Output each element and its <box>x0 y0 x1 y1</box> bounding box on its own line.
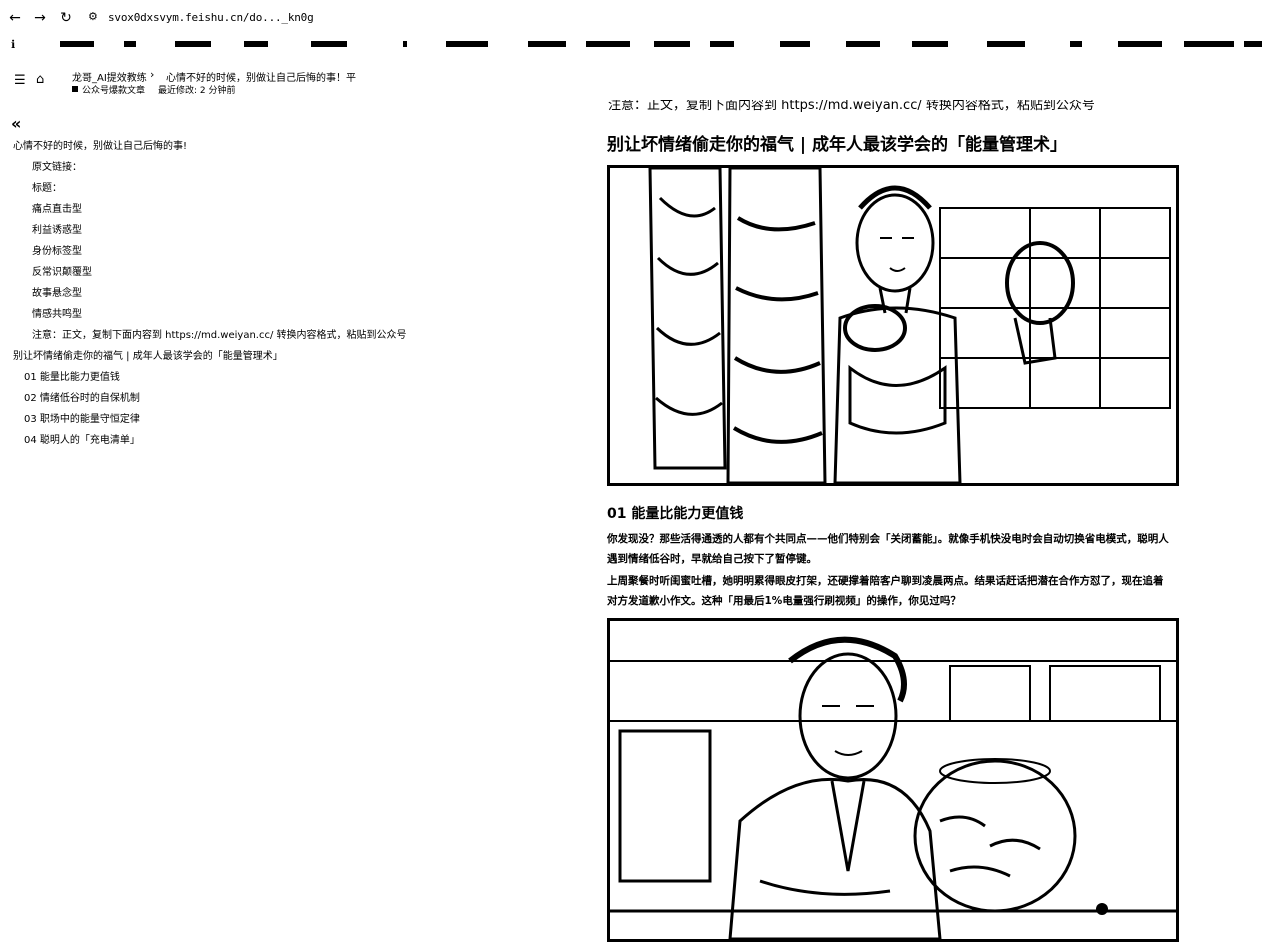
bookmark-item[interactable] <box>912 41 948 47</box>
outline-item[interactable]: 反常识颠覆型 <box>32 263 92 278</box>
bookmark-item[interactable] <box>1184 41 1234 47</box>
outline-item[interactable]: 别让坏情绪偷走你的福气 | 成年人最该学会的「能量管理术」 <box>13 347 283 362</box>
bookmark-item[interactable] <box>987 41 1025 47</box>
bookmark-item[interactable] <box>528 41 566 47</box>
outline-item[interactable]: 故事悬念型 <box>32 284 82 299</box>
forward-icon[interactable]: → <box>31 9 49 27</box>
bookmark-item[interactable] <box>586 41 630 47</box>
outline-item[interactable]: 原文链接： <box>32 158 82 173</box>
outline-item[interactable]: 心情不好的时候，别做让自己后悔的事! <box>13 137 187 152</box>
doc-type-label: 公众号爆款文章 <box>82 86 146 96</box>
breadcrumb-document[interactable]: 心情不好的时候，别做让自己后悔的事！平 <box>166 69 356 84</box>
bookmark-item[interactable] <box>175 41 211 47</box>
outline-item[interactable]: 03 职场中的能量守恒定律 <box>24 410 140 425</box>
bookmark-item[interactable] <box>710 41 734 47</box>
breadcrumb-space[interactable]: 龙哥_AI提效教练 <box>72 69 147 84</box>
outline-item[interactable]: 利益诱惑型 <box>32 221 82 236</box>
bookmark-item[interactable] <box>446 41 488 47</box>
paragraph: 上周聚餐时听闺蜜吐槽，她明明累得眼皮打架，还硬撑着陪客户聊到凌晨两点。结果话赶话… <box>607 575 1164 607</box>
site-settings-icon[interactable]: ⚙ <box>88 10 98 23</box>
section-heading: 01 能量比能力更值钱 <box>607 506 744 522</box>
breadcrumb-separator: › <box>150 68 155 81</box>
bookmark-item[interactable] <box>1070 41 1082 47</box>
outline-item[interactable]: 标题： <box>32 179 62 194</box>
bookmark-item[interactable] <box>780 41 810 47</box>
paragraph: 你发现没？那些活得通透的人都有个共同点——他们特别会「关闭蓄能」。就像手机快没电… <box>607 533 1169 565</box>
outline-item[interactable]: 01 能量比能力更值钱 <box>24 368 120 383</box>
bookmark-item[interactable] <box>311 41 347 47</box>
outline-item[interactable]: 痛点直击型 <box>32 200 82 215</box>
home-icon[interactable]: ⌂ <box>36 72 44 87</box>
address-bar[interactable]: svox0dxsvym.feishu.cn/do..._kn0g <box>108 11 314 24</box>
last-modified: 最近修改: 2 分钟前 <box>158 86 236 96</box>
boxing-woman-image[interactable] <box>607 165 1179 486</box>
outline-item[interactable]: 身份标签型 <box>32 242 82 257</box>
bookmark-item[interactable] <box>60 41 94 47</box>
bookmark-item[interactable] <box>654 41 690 47</box>
doc-type-icon <box>72 86 78 92</box>
bookmark-item[interactable] <box>403 41 407 47</box>
collapse-outline-icon[interactable]: « <box>11 114 21 133</box>
outline-item[interactable]: 04 聪明人的「充电清单」 <box>24 431 140 446</box>
bookmark-item[interactable] <box>846 41 880 47</box>
office-man-image[interactable] <box>607 618 1179 942</box>
back-icon[interactable]: ← <box>6 9 24 27</box>
bookmark-item[interactable] <box>124 41 136 47</box>
article-title: 别让坏情绪偷走你的福气 | 成年人最该学会的「能量管理术」 <box>607 135 1068 155</box>
bookmark-item[interactable] <box>1244 41 1262 47</box>
outline-item[interactable]: 情感共鸣型 <box>32 305 82 320</box>
bookmark-item[interactable] <box>1118 41 1162 47</box>
outline-item[interactable]: 注意：正文，复制下面内容到 https://md.weiyan.cc/ 转换内容… <box>32 326 407 341</box>
reload-icon[interactable]: ↻ <box>57 9 75 27</box>
outline-item[interactable]: 02 情绪低谷时的自保机制 <box>24 389 140 404</box>
bookmark-item[interactable] <box>244 41 268 47</box>
clipped-paragraph: 注意：正文，复制下面内容到 https://md.weiyan.cc/ 转换内容… <box>608 98 1095 113</box>
toc-toggle-icon[interactable]: ☰ <box>14 73 26 88</box>
bookmarks-bar <box>0 38 1280 52</box>
